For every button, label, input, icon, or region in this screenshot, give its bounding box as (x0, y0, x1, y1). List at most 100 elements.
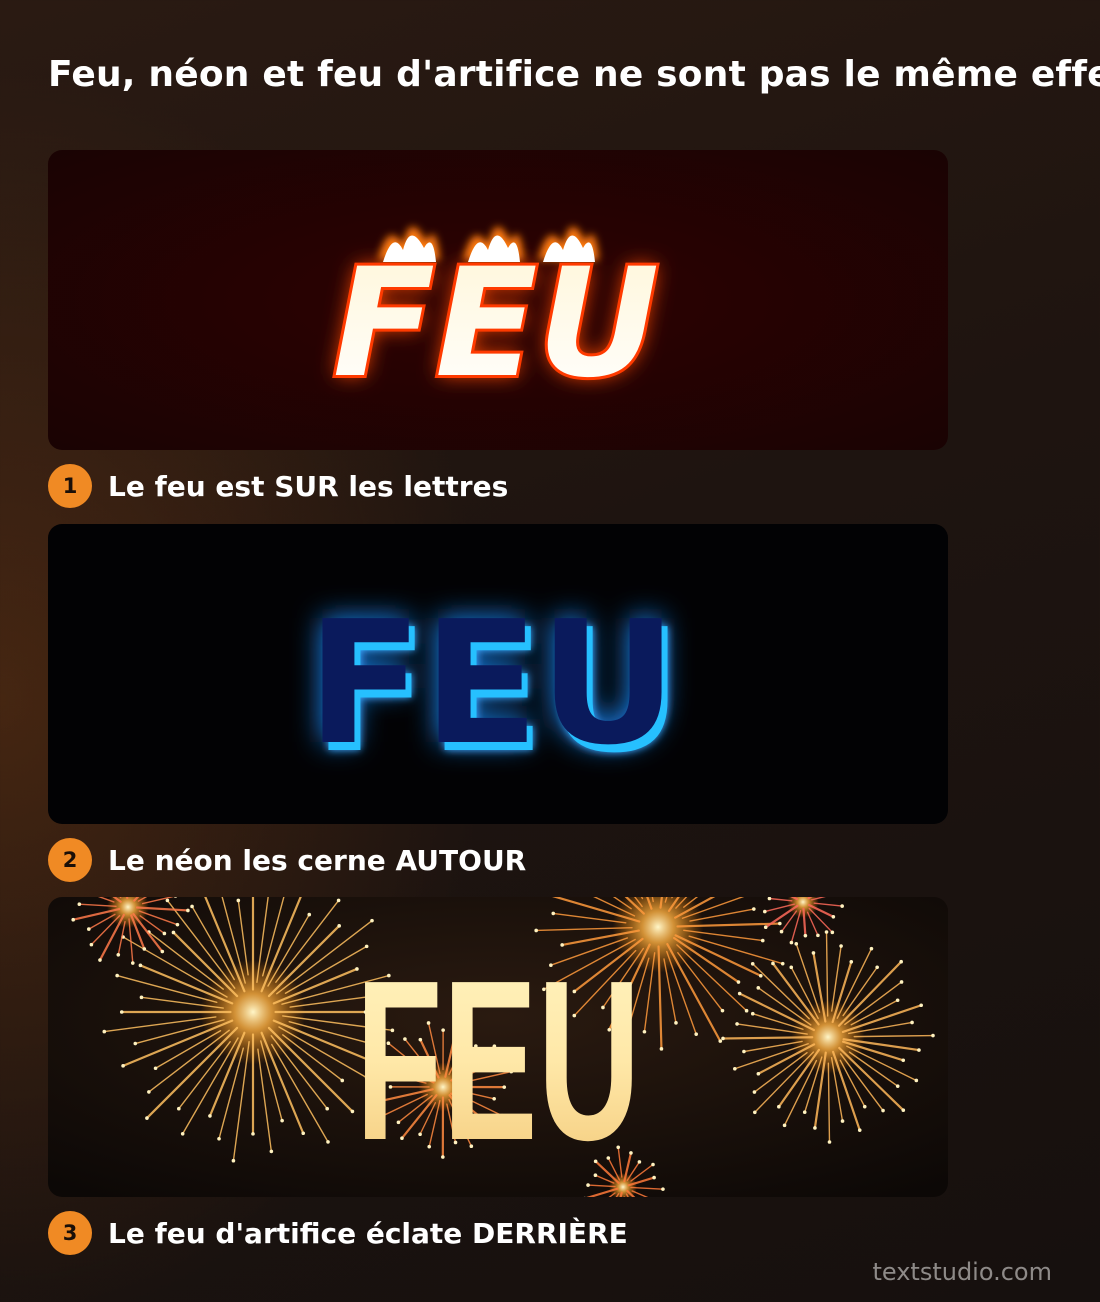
firework-spark-tip (350, 1109, 355, 1114)
firework-spark-tip (71, 917, 76, 922)
firework-spark-tip (763, 909, 767, 914)
firework-spark-tip (917, 1048, 921, 1052)
fireworks-word: FEU (356, 934, 641, 1188)
firework-spark-tip (307, 912, 312, 917)
step-badge-1: 1 (48, 464, 92, 508)
firework-spark-tip (116, 952, 121, 957)
firework-spark-tip (551, 911, 556, 916)
firework-spark-tip (744, 1008, 749, 1013)
firework-spark-tip (857, 1128, 862, 1132)
firework-spark-tip (899, 959, 903, 964)
firework-spark-tip (208, 1114, 212, 1118)
firework-spark-tip (869, 946, 874, 951)
firework-spark-tip (102, 1029, 107, 1034)
firework-spark-tip (142, 947, 147, 951)
firework-spark-tip (895, 998, 900, 1003)
firework-spark-tip (750, 1011, 755, 1016)
firework-spark-tip (875, 965, 879, 970)
firework-spark-tip (89, 942, 94, 947)
caption-neon: 2 Le néon les cerne AUTOUR (48, 838, 526, 882)
firework-spark-tip (147, 1090, 151, 1094)
firework-spark-tip (119, 1010, 124, 1014)
firework-spark-tip (901, 1108, 906, 1112)
firework-spark-tip (899, 980, 904, 984)
firework-spark-tip (130, 961, 135, 965)
firework-spark-tip (839, 944, 843, 948)
firework-spark-tip (87, 927, 91, 931)
firework-spark-tip (652, 1175, 656, 1180)
step-badge-2: 2 (48, 838, 92, 882)
firework-spark-tip (895, 1084, 900, 1088)
firework-spark-tip (778, 921, 782, 926)
firework-spark-tip (753, 1110, 757, 1115)
watermark: textstudio.com (872, 1258, 1052, 1286)
firework-spark-tip (674, 1021, 678, 1025)
neon-word: FEU (307, 585, 677, 783)
firework-spark-tip (694, 1032, 698, 1036)
firework-spark-tip (190, 904, 194, 909)
firework-spark-tip (813, 1126, 817, 1130)
firework-spark-tip (760, 938, 765, 943)
firework-spark-tip (763, 925, 768, 930)
firework-spark-tip (186, 908, 190, 913)
firework-spark-tip (756, 986, 761, 990)
firework-spark (721, 1036, 814, 1040)
firework-spark-tip (325, 1106, 329, 1111)
firework-spark-tip (802, 1110, 807, 1115)
firework-spark-tip (171, 930, 176, 935)
firework-spark-tip (736, 980, 741, 984)
firework-spark-tip (301, 1131, 306, 1136)
firework-spark-tip (138, 963, 143, 968)
fire-effect-panel: FEU FEU FEU (48, 150, 948, 450)
firework-spark-tip (733, 1066, 737, 1071)
firework-spark-tip (145, 1116, 149, 1120)
firework-spark-tip (370, 918, 374, 923)
firework-spark-tip (840, 904, 844, 908)
firework-spark-tip (830, 930, 835, 935)
firework-spark-tip (718, 1039, 723, 1043)
firework-spark-tip (831, 914, 836, 919)
firework-spark-tip (77, 902, 82, 906)
firework-spark-tip (659, 1047, 664, 1051)
firework-spark-tip (779, 929, 784, 934)
firework-spark-tip (827, 1140, 832, 1144)
caption-fireworks: 3 Le feu d'artifice éclate DERRIÈRE (48, 1211, 628, 1255)
fireworks-effect-panel: FEU (48, 897, 948, 1197)
firework-spark-tip (862, 1104, 867, 1109)
firework-spark-tip (752, 1090, 757, 1094)
fire-word: FEU (333, 237, 660, 411)
firework-spark-tip (651, 1162, 655, 1167)
firework-spark-tip (326, 1140, 330, 1144)
firework-spark-tip (180, 1131, 185, 1136)
firework-spark-tip (931, 1033, 935, 1038)
firework-spark-tip (816, 933, 820, 938)
firework-spark-tip (803, 933, 808, 938)
firework-spark-tip (794, 942, 799, 946)
caption-neon-text: Le néon les cerne AUTOUR (108, 843, 527, 877)
step-badge-3: 3 (48, 1211, 92, 1255)
firework-spark-tip (177, 1106, 181, 1111)
firework-spark-tip (758, 973, 763, 978)
caption-fire: 1 Le feu est SUR les lettres (48, 464, 508, 508)
firework-spark-tip (121, 1064, 125, 1068)
firework-spark-tip (336, 898, 341, 903)
firework-spark-tip (153, 1066, 158, 1071)
firework-spark-tip (534, 928, 538, 933)
firework-spark-tip (175, 922, 180, 927)
firework-spark-tip (777, 1104, 781, 1109)
firework-spark-tip (642, 1029, 647, 1034)
firework-spark-tip (901, 1058, 906, 1063)
firework-spark-tip (98, 958, 102, 962)
caption-fireworks-text: Le feu d'artifice éclate DERRIÈRE (108, 1216, 628, 1250)
firework-spark-tip (720, 1008, 725, 1013)
firework-spark-tip (824, 930, 829, 934)
firework-spark-tip (139, 995, 144, 1000)
firework-spark-tip (780, 961, 785, 966)
firework-spark-tip (661, 1187, 665, 1191)
firework-spark-tip (337, 924, 341, 928)
firework-spark-tip (251, 1132, 255, 1136)
firework-spark-tip (789, 940, 794, 945)
firework-spark-tip (115, 973, 119, 978)
firework-spark-tip (881, 1108, 885, 1113)
firework-spark-tip (910, 1020, 914, 1025)
